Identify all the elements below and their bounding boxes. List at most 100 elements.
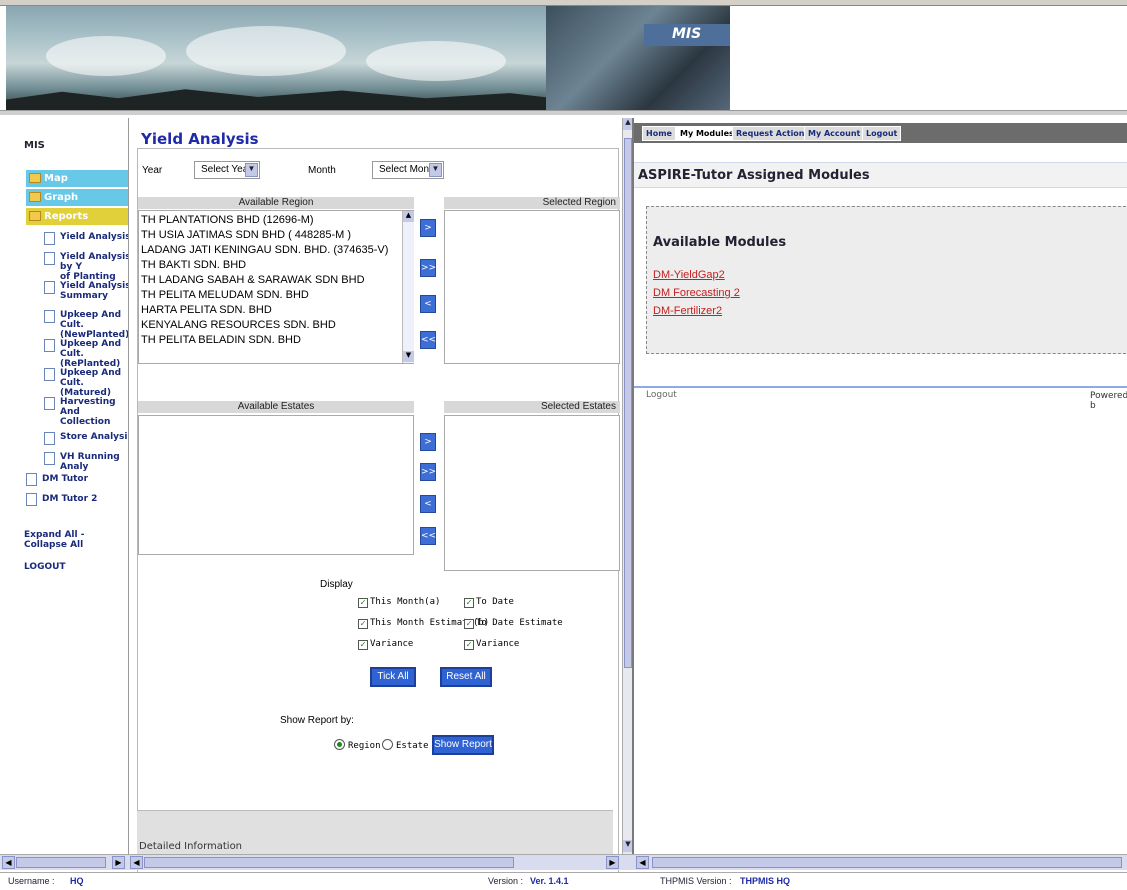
sidebar-item-label: Yield Analysis	[60, 281, 131, 291]
available-estates-list[interactable]	[138, 415, 414, 555]
sidebar-item-upkeep-replanted[interactable]: Upkeep And Cult. (RePlanted)	[44, 339, 134, 369]
estate-move-left-button[interactable]: <	[420, 495, 436, 513]
sidebar-title: MIS	[24, 140, 45, 151]
scroll-left-icon[interactable]: ◀	[130, 856, 143, 869]
list-item[interactable]: LADANG JATI KENINGAU SDN. BHD. (374635-V…	[141, 243, 413, 258]
check-to-date-estimate[interactable]: ✓ To Date Estimate	[464, 618, 563, 629]
document-icon	[44, 452, 55, 465]
sidebar-folder-map[interactable]: Map	[26, 170, 134, 187]
document-icon	[44, 310, 55, 323]
sidebar-folder-label: Graph	[44, 192, 79, 203]
list-item[interactable]: TH PELITA BELADIN SDN. BHD	[141, 333, 413, 348]
module-link[interactable]: DM Forecasting 2	[653, 287, 740, 299]
scroll-left-icon[interactable]: ◀	[636, 856, 649, 869]
move-all-right-button[interactable]: >>	[420, 259, 436, 277]
sidebar-item-yield-analysis[interactable]: Yield Analysis	[44, 232, 134, 245]
list-item[interactable]: TH LADANG SABAH & SARAWAK SDN BHD	[141, 273, 413, 288]
sidebar-horizontal-scrollbar[interactable]: ◀ ▶	[0, 854, 128, 870]
tab-home[interactable]: Home	[642, 126, 676, 141]
sidebar-item-upkeep-newplanted[interactable]: Upkeep And Cult. (NewPlanted)	[44, 310, 134, 340]
available-modules-title: Available Modules	[653, 235, 787, 250]
estate-move-all-right-button[interactable]: >>	[420, 463, 436, 481]
middle-vertical-scrollbar[interactable]: ▲ ▼	[622, 118, 633, 854]
move-right-button[interactable]: >	[420, 219, 436, 237]
estate-move-right-button[interactable]: >	[420, 433, 436, 451]
sidebar-item-label: Yield Analysis	[60, 232, 131, 242]
check-variance-left[interactable]: ✓ Variance	[358, 639, 413, 650]
banner-cloud	[46, 36, 166, 76]
radio-label: Region	[348, 741, 381, 751]
radio-label: Estate	[396, 741, 429, 751]
list-item[interactable]: HARTA PELITA SDN. BHD	[141, 303, 413, 318]
checkbox-label: To Date Estimate	[476, 618, 563, 628]
expand-collapse-link[interactable]: Expand All - Collapse All	[24, 530, 122, 550]
tab-request-action[interactable]: Request Action	[732, 126, 809, 141]
sidebar-item-yield-by-year[interactable]: Yield Analysis by Yof Planting	[44, 252, 134, 282]
month-select[interactable]: Select Month ▼	[372, 161, 444, 179]
scroll-up-icon[interactable]: ▲	[403, 211, 414, 222]
middle-horizontal-scrollbar[interactable]: ◀ ▶	[128, 854, 632, 870]
checkbox-checked-icon: ✓	[464, 598, 474, 608]
sidebar-logout-link[interactable]: LOGOUT	[24, 562, 66, 572]
check-to-date[interactable]: ✓ To Date	[464, 597, 514, 608]
sidebar-item-dm-tutor[interactable]: DM Tutor	[26, 473, 89, 486]
radio-selected-icon	[334, 739, 345, 750]
scroll-thumb[interactable]	[144, 857, 514, 868]
sidebar-folder-reports[interactable]: Reports	[26, 208, 134, 225]
scroll-thumb[interactable]	[624, 138, 632, 668]
tab-my-modules[interactable]: My Modules	[676, 126, 738, 141]
tick-all-button[interactable]: Tick All	[370, 667, 416, 687]
selected-estates-list[interactable]	[444, 415, 620, 571]
sidebar-item-dm-tutor-2[interactable]: DM Tutor 2	[26, 493, 97, 506]
sidebar-item-label: DM Tutor	[42, 474, 89, 484]
available-region-list[interactable]: TH PLANTATIONS BHD (12696-M) TH USIA JAT…	[138, 210, 414, 364]
scroll-thumb[interactable]	[652, 857, 1122, 868]
radio-region[interactable]: Region	[334, 739, 381, 751]
right-panel: Home My Modules Request Action My Accoun…	[632, 118, 1127, 854]
list-item[interactable]: TH USIA JATIMAS SDN BHD ( 448285-M )	[141, 228, 413, 243]
move-all-left-button[interactable]: <<	[420, 331, 436, 349]
right-horizontal-scrollbar[interactable]: ◀	[632, 854, 1127, 870]
show-report-button[interactable]: Show Report	[432, 735, 494, 755]
sidebar-item-vh-running[interactable]: VH Running Analy	[44, 452, 134, 472]
detailed-information-bar: Detailed Information	[137, 810, 613, 854]
display-label: Display	[320, 579, 353, 590]
chevron-down-icon: ▼	[245, 163, 258, 177]
module-link[interactable]: DM-YieldGap2	[653, 269, 725, 281]
document-icon	[44, 368, 55, 381]
checkbox-checked-icon: ✓	[464, 640, 474, 650]
list-item[interactable]: TH PLANTATIONS BHD (12696-M)	[141, 213, 413, 228]
estate-move-all-left-button[interactable]: <<	[420, 527, 436, 545]
scroll-left-icon[interactable]: ◀	[2, 856, 15, 869]
check-this-month[interactable]: ✓ This Month(a)	[358, 597, 440, 608]
sidebar-item-harvesting[interactable]: Harvesting And Collection	[44, 397, 134, 427]
module-link[interactable]: DM-Fertilizer2	[653, 305, 722, 317]
list-item[interactable]: KENYALANG RESOURCES SDN. BHD	[141, 318, 413, 333]
year-select[interactable]: Select Year ▼	[194, 161, 260, 179]
year-label: Year	[142, 165, 163, 176]
radio-estate[interactable]: Estate	[382, 739, 429, 751]
scroll-right-icon[interactable]: ▶	[112, 856, 125, 869]
check-variance-right[interactable]: ✓ Variance	[464, 639, 519, 650]
list-item[interactable]: TH BAKTI SDN. BHD	[141, 258, 413, 273]
region-list-scrollbar[interactable]: ▲ ▼	[402, 211, 414, 363]
scroll-down-icon[interactable]: ▼	[403, 351, 414, 362]
tab-logout[interactable]: Logout	[862, 126, 902, 141]
tab-my-account[interactable]: My Account	[804, 126, 865, 141]
sidebar-item-upkeep-matured[interactable]: Upkeep And Cult. (Matured)	[44, 368, 134, 398]
sidebar-item-store-analysis[interactable]: Store Analysis	[44, 432, 134, 445]
selected-region-list[interactable]	[444, 210, 620, 364]
scroll-right-icon[interactable]: ▶	[606, 856, 619, 869]
reset-all-button[interactable]: Reset All	[440, 667, 492, 687]
sidebar-folder-graph[interactable]: Graph	[26, 189, 134, 206]
sidebar-item-label: Harvesting And	[60, 397, 116, 417]
move-left-button[interactable]: <	[420, 295, 436, 313]
sidebar-item-label: Upkeep And Cult.	[60, 310, 122, 330]
list-item[interactable]: TH PELITA MELUDAM SDN. BHD	[141, 288, 413, 303]
sidebar-item-label: Store Analysis	[60, 432, 133, 442]
show-report-by-label: Show Report by:	[280, 715, 354, 726]
banner-office-photo	[546, 6, 730, 110]
scroll-thumb[interactable]	[16, 857, 106, 868]
footer-logout-link[interactable]: Logout	[646, 390, 677, 400]
sidebar-item-yield-summary[interactable]: Yield Analysis Summary	[44, 281, 134, 301]
